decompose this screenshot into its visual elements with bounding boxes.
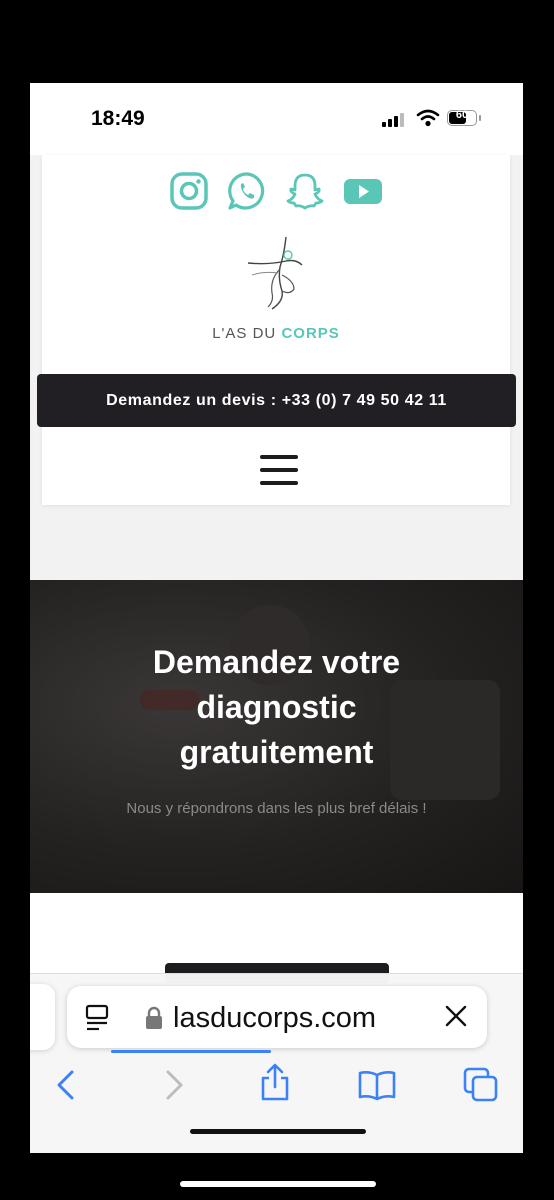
status-time: 18:49 bbox=[91, 107, 145, 130]
instagram-icon[interactable] bbox=[169, 171, 209, 211]
social-links bbox=[169, 171, 383, 211]
youtube-icon[interactable] bbox=[343, 171, 383, 211]
wifi-icon bbox=[416, 109, 440, 127]
lock-icon bbox=[146, 1006, 162, 1029]
battery-icon: 60 bbox=[447, 109, 481, 126]
hero-title: Demandez votre diagnostic gratuitement bbox=[152, 644, 401, 770]
outer-home-indicator bbox=[180, 1181, 376, 1187]
battery-level: 60 bbox=[455, 109, 469, 121]
forward-icon[interactable] bbox=[162, 1069, 186, 1101]
share-icon[interactable] bbox=[258, 1062, 292, 1102]
address-bar[interactable]: lasducorps.com bbox=[67, 986, 487, 1053]
previous-tab-card[interactable] bbox=[30, 984, 55, 1050]
cellular-signal-icon bbox=[382, 113, 404, 127]
dancer-logo-icon bbox=[247, 236, 303, 310]
quote-phone-bar[interactable]: Demandez un devis : +33 (0) 7 49 50 42 1… bbox=[37, 374, 516, 427]
phone-screen: 18:49 60 L'AS DU CORPS Demandez un devis… bbox=[30, 83, 523, 1153]
hero-subtitle: Nous y répondrons dans les plus bref dél… bbox=[126, 800, 427, 817]
site-header: L'AS DU CORPS Demandez un devis : +33 (0… bbox=[37, 155, 516, 505]
hero-banner: Demandez votre diagnostic gratuitement N… bbox=[30, 580, 523, 893]
back-icon[interactable] bbox=[54, 1069, 78, 1101]
close-icon[interactable] bbox=[445, 1005, 467, 1027]
home-indicator[interactable] bbox=[190, 1129, 366, 1134]
status-bar: 18:49 60 bbox=[30, 83, 523, 155]
whatsapp-icon[interactable] bbox=[227, 171, 267, 211]
site-logo[interactable]: L'AS DU CORPS bbox=[42, 235, 510, 345]
bookmarks-icon[interactable] bbox=[357, 1069, 397, 1101]
page-load-progress bbox=[111, 1050, 271, 1053]
hamburger-menu-icon[interactable] bbox=[260, 455, 298, 485]
url-text[interactable]: lasducorps.com bbox=[173, 1002, 376, 1035]
tabs-icon[interactable] bbox=[463, 1067, 499, 1103]
logo-wordmark: L'AS DU CORPS bbox=[212, 325, 340, 342]
browser-toolbar: lasducorps.com bbox=[30, 973, 523, 1153]
page-menu-icon[interactable] bbox=[85, 1004, 111, 1032]
snapchat-icon[interactable] bbox=[285, 171, 325, 211]
